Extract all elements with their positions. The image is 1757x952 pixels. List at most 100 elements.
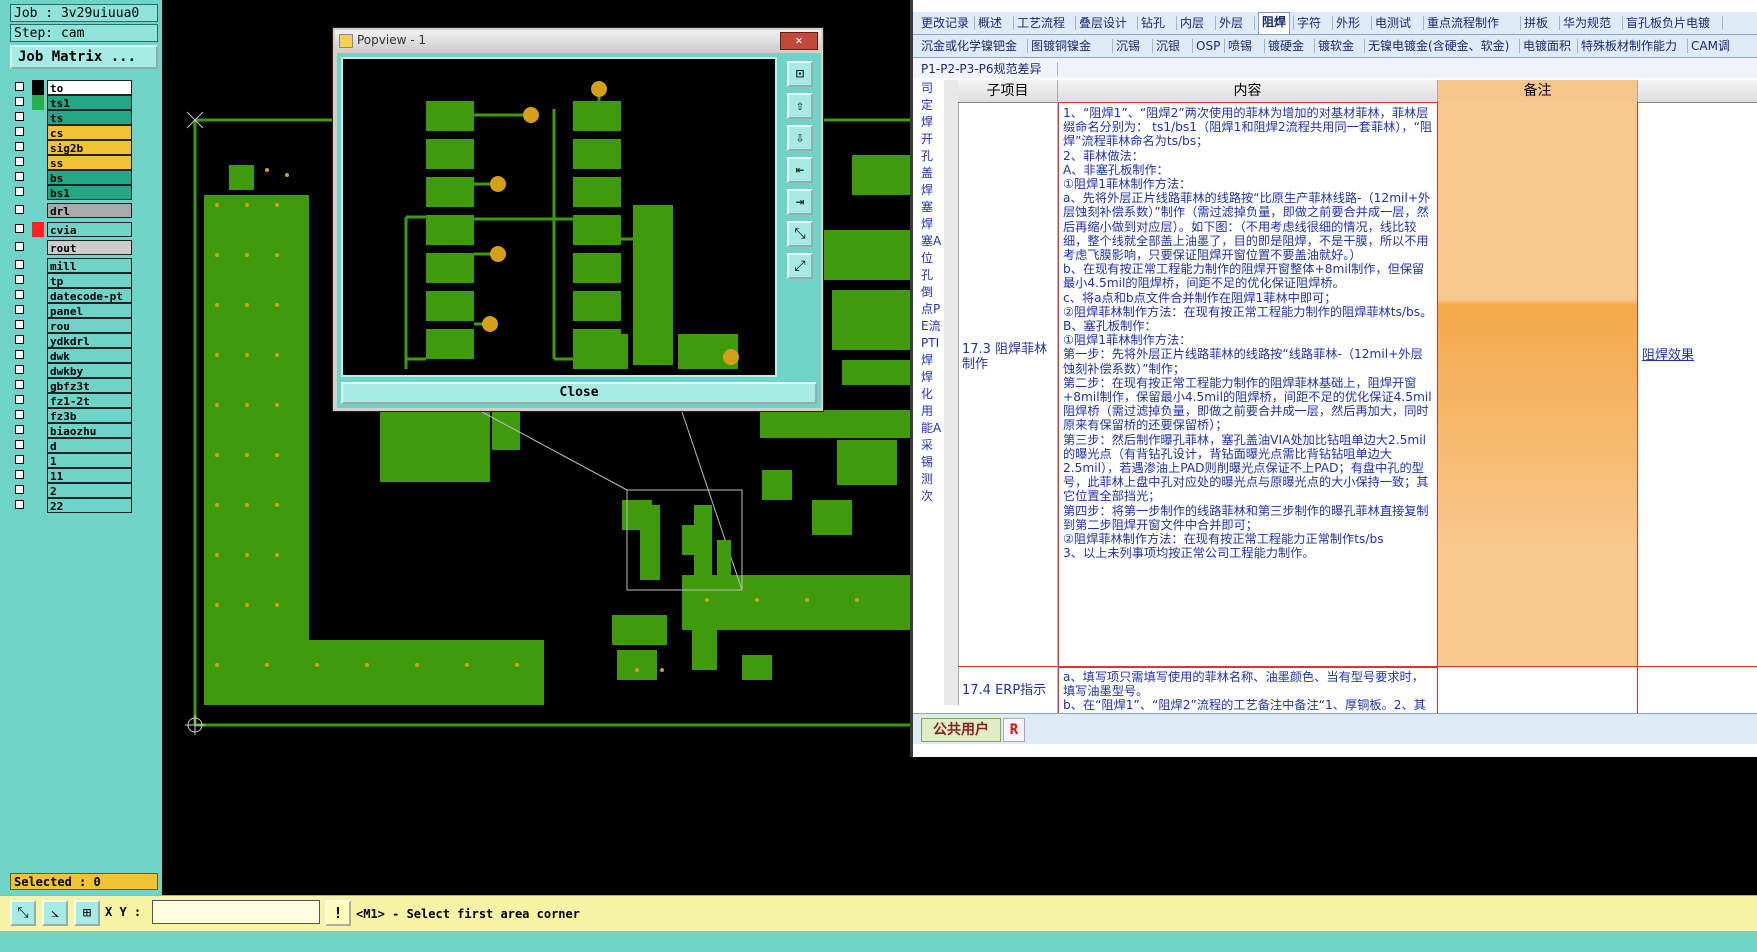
- tab-row1-4[interactable]: 钻孔: [1141, 14, 1165, 32]
- layer-row[interactable]: cs: [12, 125, 132, 140]
- layer-checkbox[interactable]: [15, 500, 24, 509]
- layer-row[interactable]: dwkby: [12, 363, 132, 378]
- layer-checkbox[interactable]: [15, 485, 24, 494]
- r-tab[interactable]: R: [1003, 718, 1025, 742]
- layer-row[interactable]: 1: [12, 453, 132, 468]
- tab-row2-5[interactable]: 喷锡: [1228, 37, 1252, 55]
- layer-row[interactable]: fz3b: [12, 408, 132, 423]
- layer-row[interactable]: drl: [12, 203, 132, 218]
- layer-checkbox[interactable]: [15, 290, 24, 299]
- tab-row1-13[interactable]: 华为规范: [1563, 14, 1611, 32]
- pan-left-icon[interactable]: ⇤: [787, 157, 813, 183]
- tab-row1-5[interactable]: 内层: [1180, 14, 1204, 32]
- tab-row1-2[interactable]: 工艺流程: [1017, 14, 1065, 32]
- layer-row[interactable]: datecode-pt: [12, 288, 132, 303]
- tab-row3-0[interactable]: P1-P2-P3-P6规范差异: [921, 60, 1041, 78]
- tab-row2-7[interactable]: 镀软金: [1318, 37, 1354, 55]
- tab-row1-12[interactable]: 拼板: [1524, 14, 1548, 32]
- layer-row[interactable]: 22: [12, 498, 132, 513]
- tab-row1-0[interactable]: 更改记录: [921, 14, 969, 32]
- zoom-out-icon[interactable]: ⤢: [787, 253, 813, 279]
- layer-checkbox[interactable]: [15, 320, 24, 329]
- user-tab[interactable]: 公共用户: [921, 718, 1001, 742]
- tab-row2-9[interactable]: 电镀面积: [1523, 37, 1571, 55]
- tab-row2-2[interactable]: 沉锡: [1116, 37, 1140, 55]
- layer-checkbox[interactable]: [15, 157, 24, 166]
- layer-checkbox[interactable]: [15, 335, 24, 344]
- tab-row1-6[interactable]: 外层: [1219, 14, 1243, 32]
- grid-icon[interactable]: ⊞: [74, 900, 100, 926]
- layer-checkbox[interactable]: [15, 142, 24, 151]
- zoom-in-icon[interactable]: ⤡: [787, 221, 813, 247]
- tab-row1-11[interactable]: 重点流程制作: [1427, 14, 1499, 32]
- layer-row[interactable]: panel: [12, 303, 132, 318]
- layer-checkbox[interactable]: [15, 97, 24, 106]
- pan-down-icon[interactable]: ⇩: [787, 125, 813, 151]
- tab-row1-9[interactable]: 外形: [1336, 14, 1360, 32]
- layer-row[interactable]: bs: [12, 170, 132, 185]
- layer-row[interactable]: fz1-2t: [12, 393, 132, 408]
- layer-row[interactable]: rou: [12, 318, 132, 333]
- layer-row[interactable]: ts1: [12, 95, 132, 110]
- measure-icon[interactable]: ⦣: [42, 900, 68, 926]
- layer-row[interactable]: biaozhu: [12, 423, 132, 438]
- warning-icon[interactable]: !: [325, 900, 351, 926]
- xy-input[interactable]: [152, 900, 320, 924]
- layer-row[interactable]: gbfz3t: [12, 378, 132, 393]
- tab-row1-10[interactable]: 电测试: [1375, 14, 1411, 32]
- layer-row[interactable]: rout: [12, 240, 132, 255]
- layer-checkbox[interactable]: [15, 440, 24, 449]
- tab-row1-7[interactable]: 阻焊: [1258, 12, 1291, 34]
- zoom-area-icon[interactable]: ⤡: [10, 900, 36, 926]
- layer-checkbox[interactable]: [15, 82, 24, 91]
- tab-row1-1[interactable]: 概述: [978, 14, 1002, 32]
- tab-row2-0[interactable]: 沉金或化学镍钯金: [921, 37, 1017, 55]
- layer-row[interactable]: ss: [12, 155, 132, 170]
- popview-close-button[interactable]: Close: [341, 382, 817, 404]
- layer-checkbox[interactable]: [15, 260, 24, 269]
- layer-checkbox[interactable]: [15, 305, 24, 314]
- layer-checkbox[interactable]: [15, 275, 24, 284]
- layer-row[interactable]: dwk: [12, 348, 132, 363]
- tab-row1-14[interactable]: 盲孔板负片电镀: [1626, 14, 1710, 32]
- layer-checkbox[interactable]: [15, 425, 24, 434]
- tab-row2-11[interactable]: CAM调: [1691, 37, 1730, 55]
- layer-checkbox[interactable]: [15, 395, 24, 404]
- layer-checkbox[interactable]: [15, 455, 24, 464]
- tab-row2-6[interactable]: 镀硬金: [1268, 37, 1304, 55]
- layer-checkbox[interactable]: [15, 350, 24, 359]
- layer-row[interactable]: ts: [12, 110, 132, 125]
- layer-row[interactable]: 2: [12, 483, 132, 498]
- tab-row1-3[interactable]: 叠层设计: [1079, 14, 1127, 32]
- tab-row2-4[interactable]: OSP: [1196, 37, 1220, 55]
- layer-checkbox[interactable]: [15, 410, 24, 419]
- layer-row[interactable]: tp: [12, 273, 132, 288]
- layer-row[interactable]: ydkdrl: [12, 333, 132, 348]
- tab-row2-8[interactable]: 无镍电镀金(含硬金、软金): [1368, 37, 1509, 55]
- job-matrix-button[interactable]: Job Matrix ...: [10, 45, 158, 69]
- layer-row[interactable]: mill: [12, 258, 132, 273]
- close-icon[interactable]: ✕: [780, 32, 818, 50]
- layer-row[interactable]: bs1: [12, 185, 132, 200]
- layer-checkbox[interactable]: [15, 127, 24, 136]
- vertical-scrollbar[interactable]: [944, 80, 959, 705]
- row1-extra-link[interactable]: 阻焊效果: [1638, 102, 1757, 667]
- layer-row[interactable]: to: [12, 80, 132, 95]
- zoom-fit-icon[interactable]: ⊡: [787, 61, 813, 87]
- tab-row2-3[interactable]: 沉银: [1156, 37, 1180, 55]
- layer-checkbox[interactable]: [15, 365, 24, 374]
- tab-row1-8[interactable]: 字符: [1297, 14, 1321, 32]
- layer-checkbox[interactable]: [15, 172, 24, 181]
- layer-checkbox[interactable]: [15, 242, 24, 251]
- layer-checkbox[interactable]: [15, 205, 24, 214]
- layer-checkbox[interactable]: [15, 112, 24, 121]
- tab-row2-1[interactable]: 图镀铜镍金: [1031, 37, 1091, 55]
- tab-row2-10[interactable]: 特殊板材制作能力: [1581, 37, 1677, 55]
- layer-row[interactable]: cvia: [12, 222, 132, 237]
- layer-checkbox[interactable]: [15, 224, 24, 233]
- pan-up-icon[interactable]: ⇧: [787, 93, 813, 119]
- layer-checkbox[interactable]: [15, 470, 24, 479]
- layer-row[interactable]: 11: [12, 468, 132, 483]
- layer-checkbox[interactable]: [15, 187, 24, 196]
- layer-row[interactable]: d: [12, 438, 132, 453]
